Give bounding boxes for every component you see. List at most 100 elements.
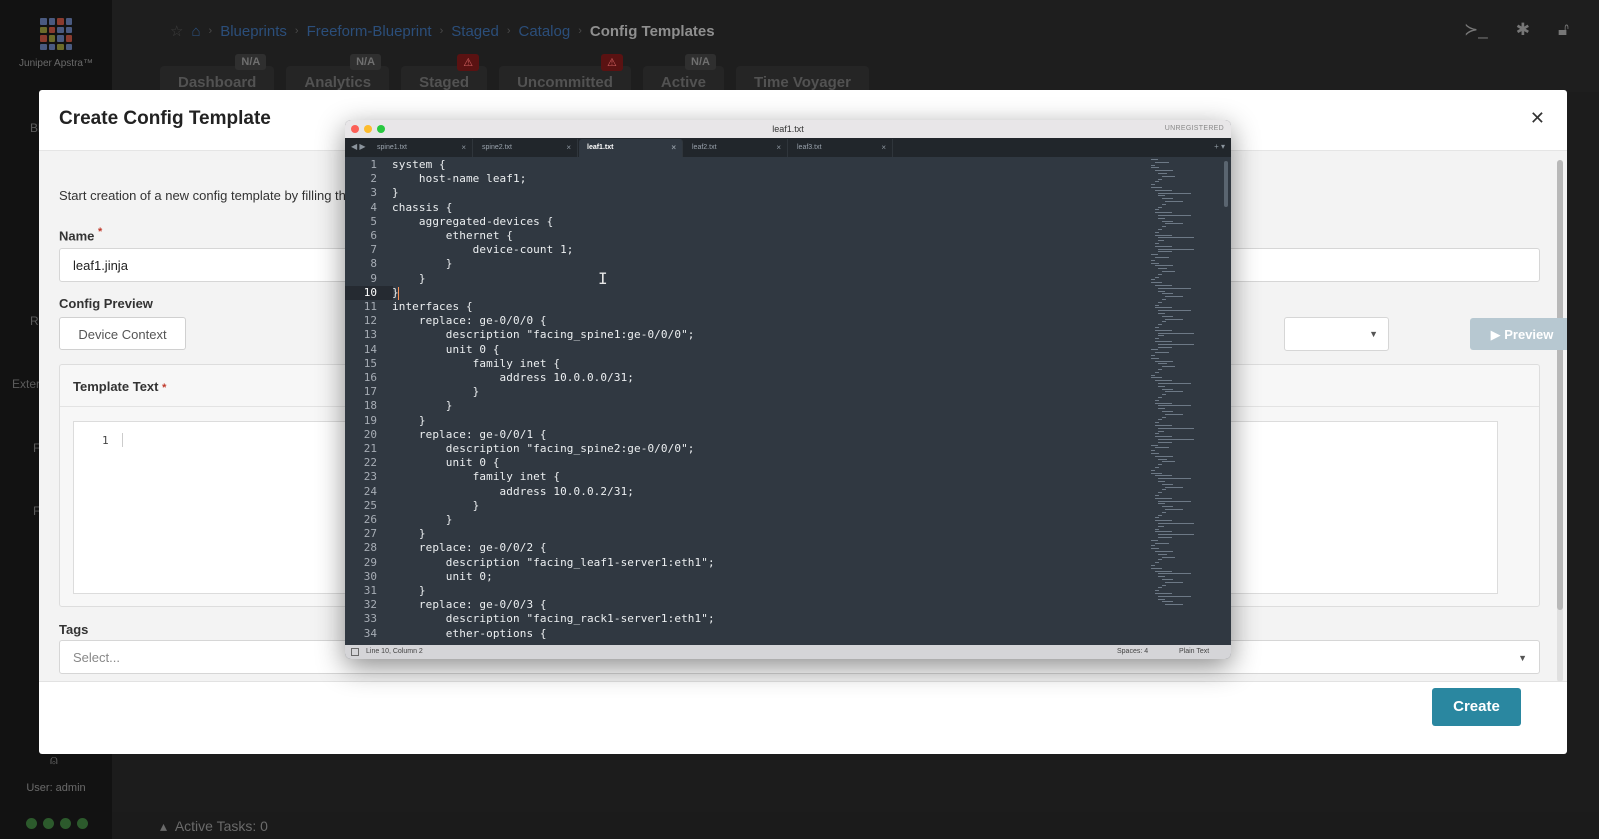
line-number: 11 xyxy=(363,300,377,313)
editor-scrollbar[interactable] xyxy=(1224,161,1228,207)
minimap-line xyxy=(1158,405,1192,407)
minimap-line xyxy=(1161,315,1174,317)
minimap-line xyxy=(1154,257,1169,258)
minimap-line xyxy=(1161,299,1166,300)
minimap-line xyxy=(1151,357,1160,359)
lock-icon[interactable]: 🔓︎ xyxy=(1558,20,1569,40)
create-button[interactable]: Create xyxy=(1432,688,1521,726)
breadcrumb-staged[interactable]: Staged xyxy=(451,23,499,40)
line-number: 15 xyxy=(363,356,377,370)
minimap-line xyxy=(1154,371,1159,373)
device-context-button[interactable]: Device Context xyxy=(59,317,186,350)
sidebar-item-fragment[interactable]: Exter xyxy=(12,377,40,391)
minimap-line xyxy=(1151,472,1162,474)
tab-label: leaf3.txt xyxy=(797,144,822,151)
minimap-line xyxy=(1154,234,1172,236)
preview-device-select[interactable]: ▼ xyxy=(1284,317,1389,351)
minimap-line xyxy=(1165,509,1184,510)
tab-nav-arrows-icon[interactable]: ◀ ▶ xyxy=(351,142,366,151)
terminal-icon[interactable]: ≻_ xyxy=(1464,20,1488,40)
home-icon[interactable]: ⌂ xyxy=(191,23,200,40)
chevron-down-icon: ▼ xyxy=(1518,653,1527,663)
line-number: 34 xyxy=(363,626,377,640)
minimap-line xyxy=(1165,413,1184,415)
modal-scrollbar-thumb[interactable] xyxy=(1557,160,1563,610)
editor-tab-spine1[interactable]: spine1.txt × xyxy=(369,139,473,157)
line-number: 9 xyxy=(370,271,377,285)
minimap-line xyxy=(1161,175,1176,177)
tab-badge: N/A xyxy=(350,54,382,70)
minimap-line xyxy=(1158,534,1195,536)
breadcrumb-separator: › xyxy=(294,25,299,37)
minimap-line xyxy=(1161,506,1174,508)
status-dot xyxy=(60,818,71,829)
active-tasks[interactable]: ▴ Active Tasks: 0 xyxy=(160,818,268,835)
code-line: system { xyxy=(392,158,446,171)
minimap-line xyxy=(1161,579,1174,580)
minimap-line xyxy=(1154,360,1173,362)
close-icon[interactable]: ✕ xyxy=(1530,108,1545,129)
syntax-setting[interactable]: Plain Text xyxy=(1179,648,1209,655)
indentation-setting[interactable]: Spaces: 4 xyxy=(1117,648,1148,655)
minimap-line xyxy=(1161,511,1166,513)
panel-toggle-icon[interactable] xyxy=(351,648,359,656)
minimap-line xyxy=(1154,285,1172,286)
new-tab-icon[interactable]: + ▾ xyxy=(1214,142,1225,151)
minimap-line xyxy=(1154,341,1172,342)
minimap-line xyxy=(1151,282,1162,284)
sidebar-item-fragment[interactable]: R xyxy=(30,314,39,328)
minimap-line xyxy=(1158,441,1172,443)
minimap-line xyxy=(1158,268,1168,270)
breadcrumb-freeform-blueprint[interactable]: Freeform-Blueprint xyxy=(307,23,432,40)
minimap-line xyxy=(1161,293,1174,295)
minimap-line xyxy=(1151,374,1155,376)
code-line: } xyxy=(392,413,426,427)
breadcrumb-separator: › xyxy=(208,25,213,37)
minimap-line xyxy=(1151,164,1155,166)
close-tab-icon[interactable]: × xyxy=(671,143,676,152)
editor-text-area[interactable]: 1 2 3 4 5 6 7 8 9 10 11 12 13 14 15 16 17 18 19 20 21 22 23 24 2… xyxy=(345,157,1231,645)
ibeam-cursor-icon: I xyxy=(598,269,608,288)
minimap[interactable] xyxy=(1151,157,1221,645)
close-tab-icon[interactable]: × xyxy=(881,143,886,152)
editor-tab-spine2[interactable]: spine2.txt × xyxy=(474,139,578,157)
modal-title: Create Config Template xyxy=(59,108,271,129)
bug-icon[interactable]: ✱ xyxy=(1516,20,1530,40)
minimap-line xyxy=(1154,528,1159,530)
breadcrumb-catalog[interactable]: Catalog xyxy=(519,23,571,40)
close-tab-icon[interactable]: × xyxy=(776,143,781,152)
minimap-line xyxy=(1158,598,1166,600)
divider xyxy=(39,681,1567,682)
editor-tab-leaf1[interactable]: leaf1.txt × xyxy=(579,139,683,157)
chevron-down-icon: ▼ xyxy=(1369,329,1378,339)
minimap-line xyxy=(1165,391,1184,393)
close-tab-icon[interactable]: × xyxy=(461,143,466,152)
code-line: ether-options { xyxy=(392,626,547,640)
code-line: description "facing_leaf1-server1:eth1"; xyxy=(392,555,715,569)
minimap-line xyxy=(1158,229,1163,230)
editor-tab-leaf2[interactable]: leaf2.txt × xyxy=(684,139,788,157)
active-tasks-label: Active Tasks: 0 xyxy=(174,818,268,834)
minimap-line xyxy=(1158,287,1192,289)
code-line: address 10.0.0.0/31; xyxy=(392,371,635,384)
line-number: 1 xyxy=(370,158,377,171)
line-number: 18 xyxy=(363,399,377,413)
status-dot xyxy=(77,818,88,829)
minimap-line xyxy=(1165,604,1184,606)
code-line: unit 0 { xyxy=(392,342,500,356)
preview-button[interactable]: ▶ Preview xyxy=(1470,318,1567,350)
close-tab-icon[interactable]: × xyxy=(566,143,571,152)
minimap-line xyxy=(1161,394,1166,396)
line-number: 27 xyxy=(363,527,377,541)
code-line: aggregated-devices { xyxy=(392,214,554,228)
minimap-line xyxy=(1165,296,1184,298)
minimap-line xyxy=(1154,497,1172,499)
breadcrumb-blueprints[interactable]: Blueprints xyxy=(220,23,287,40)
user-icon[interactable]: ⍝ xyxy=(50,752,58,768)
editor-title-bar[interactable]: leaf1.txt UNREGISTERED xyxy=(345,120,1231,138)
minimap-line xyxy=(1165,318,1184,320)
minimap-line xyxy=(1154,542,1169,544)
editor-tab-leaf3[interactable]: leaf3.txt × xyxy=(789,139,893,157)
star-icon[interactable]: ☆ xyxy=(170,22,183,40)
editor-status-bar: Line 10, Column 2 Spaces: 4 Plain Text xyxy=(345,645,1231,659)
